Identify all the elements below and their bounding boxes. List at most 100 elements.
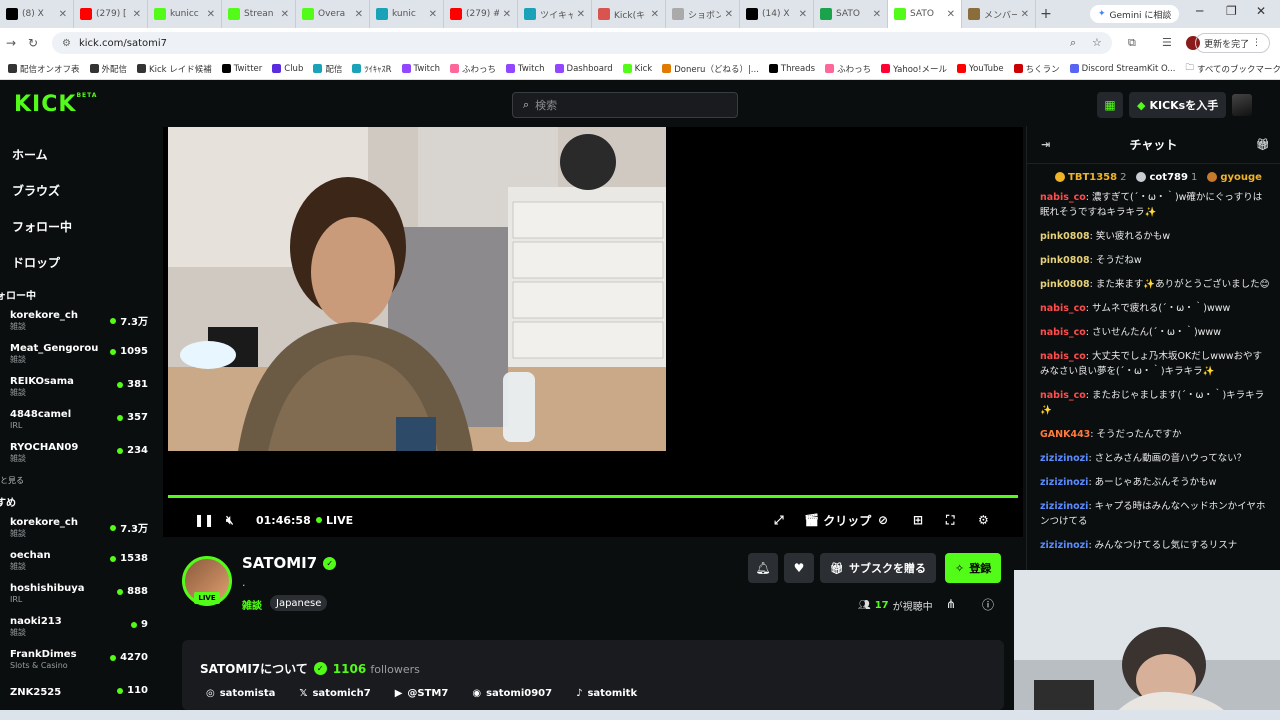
sidebar-channel[interactable]: ZNK2525 110 [0, 676, 160, 709]
chat-username[interactable]: nabis_co [1040, 351, 1086, 362]
tab-close-icon[interactable]: ✕ [1021, 9, 1029, 20]
tab-close-icon[interactable]: ✕ [133, 9, 141, 20]
social-link[interactable]: ◉ satomi0907 [472, 688, 552, 699]
language-tag[interactable]: Japanese [270, 595, 328, 611]
bookmark-item[interactable]: 配信オンオフ表 [8, 63, 80, 75]
sidebar-channel[interactable]: oechan 雑談 1538 [0, 544, 160, 577]
tab-search-icon[interactable]: ☰ [1162, 36, 1172, 49]
browser-tab[interactable]: SATO ✕ [814, 0, 888, 28]
kick-logo[interactable]: KICKBETA [14, 92, 97, 117]
browser-tab[interactable]: SATO ✕ [888, 0, 962, 28]
bookmark-item[interactable]: Kick [622, 64, 652, 74]
report-icon[interactable]: ⓘ [982, 596, 994, 613]
gifter-item[interactable]: cot789 1 [1136, 172, 1197, 183]
zoom-icon[interactable]: ⌕ [1070, 36, 1076, 50]
tab-close-icon[interactable]: ✕ [503, 9, 511, 20]
tab-close-icon[interactable]: ✕ [947, 9, 955, 20]
bookmark-item[interactable]: 外配信 [89, 63, 127, 75]
pip-icon[interactable]: ⊞ [913, 513, 923, 527]
bookmark-item[interactable]: ﾂｲｷｬｽR [352, 63, 392, 75]
browser-tab[interactable]: (8) X ✕ [0, 0, 74, 28]
chat-username[interactable]: pink0808 [1040, 255, 1090, 266]
bookmark-item[interactable]: Twitch [506, 64, 545, 74]
sidebar-channel[interactable]: REIKOsama 雑談 381 [0, 370, 160, 403]
sidebar-channel[interactable]: FrankDimes Slots & Casino 4270 [0, 643, 160, 676]
browser-tab[interactable]: kunic ✕ [370, 0, 444, 28]
tab-close-icon[interactable]: ✕ [725, 9, 733, 20]
chat-username[interactable]: GANK443 [1040, 429, 1090, 440]
chat-username[interactable]: nabis_co [1040, 192, 1086, 203]
chat-username[interactable]: pink0808 [1040, 279, 1090, 290]
chat-username[interactable]: zizizinozi [1040, 453, 1088, 464]
forward-icon[interactable]: → [0, 36, 22, 50]
video-player[interactable]: ❚❚ 🔇︎ 01:46:58 LIVE ⤢ 🎬︎ クリップ ⊘ ⊞ ⛶ ⚙ [163, 127, 1023, 537]
bookmark-item[interactable]: YouTube [957, 64, 1004, 74]
chat-username[interactable]: nabis_co [1040, 303, 1086, 314]
sidebar-channel[interactable]: Meat_Gengorou 雑談 1095 [0, 337, 160, 370]
favorite-heart-icon[interactable]: ♥ [784, 553, 814, 583]
chat-gift-icon[interactable]: 🎁︎ [1256, 138, 1270, 151]
gifter-item[interactable]: TBT1358 2 [1055, 172, 1126, 183]
mute-icon[interactable]: 🔇︎ [226, 513, 234, 528]
bookmark-item[interactable]: Threads [768, 64, 815, 74]
update-button[interactable]: 更新を完了 ⋮ [1195, 33, 1270, 53]
close-window-icon[interactable]: ✕ [1256, 4, 1266, 18]
hide-chat-icon[interactable]: ⊘ [878, 513, 888, 527]
sidebar-channel[interactable]: 4848camel IRL 357 [0, 403, 160, 436]
browser-tab[interactable]: (14) X ✕ [740, 0, 814, 28]
minimize-icon[interactable]: ─ [1196, 4, 1203, 18]
bookmark-item[interactable]: 配信 [313, 63, 342, 75]
bookmark-item[interactable]: ふわっち [450, 63, 496, 75]
chat-username[interactable]: zizizinozi [1040, 540, 1088, 551]
new-tab-icon[interactable]: + [1036, 6, 1056, 22]
chat-username[interactable]: nabis_co [1040, 327, 1086, 338]
chat-username[interactable]: zizizinozi [1040, 501, 1088, 512]
social-link[interactable]: ♪ satomitk [576, 688, 637, 699]
tab-close-icon[interactable]: ✕ [651, 9, 659, 20]
maximize-icon[interactable]: ❐ [1226, 4, 1237, 18]
sidebar-channel[interactable]: RYOCHAN09 雑談 234 [0, 436, 160, 469]
sidebar-item-following[interactable]: フォロー中 [0, 208, 160, 244]
bookmark-item[interactable]: Club [272, 64, 303, 74]
site-info-icon[interactable]: ⚙ [62, 38, 71, 49]
social-link[interactable]: ◎ satomista [206, 688, 275, 699]
sidebar-channel[interactable]: naoki213 雑談 9 [0, 610, 160, 643]
user-avatar[interactable] [1232, 94, 1252, 116]
sidebar-channel[interactable]: korekore_ch 雑談 7.3万 [0, 304, 160, 337]
bookmark-item[interactable]: ふわっち [825, 63, 871, 75]
bookmark-item[interactable]: Dashboard [554, 64, 613, 74]
bookmark-item[interactable]: Yahoo!メール [881, 63, 947, 75]
chat-username[interactable]: zizizinozi [1040, 477, 1088, 488]
search-input[interactable]: ⌕ 検索 [512, 92, 738, 118]
sidebar-item-browse[interactable]: ブラウズ [0, 172, 160, 208]
tab-close-icon[interactable]: ✕ [281, 9, 289, 20]
bookmark-item[interactable]: ちくラン [1013, 63, 1060, 75]
bookmark-item[interactable]: Twitter [221, 64, 262, 74]
browser-tab[interactable]: (279) # ✕ [444, 0, 518, 28]
category-link[interactable]: 雑談 [242, 597, 262, 612]
stream-video[interactable] [168, 127, 666, 451]
follow-button[interactable]: ✧ 登録 [945, 553, 1002, 583]
browser-tab[interactable]: Overa ✕ [296, 0, 370, 28]
tab-close-icon[interactable]: ✕ [429, 9, 437, 20]
tab-close-icon[interactable]: ✕ [355, 9, 363, 20]
channel-name[interactable]: SATOMI7 ✓ [242, 554, 337, 572]
show-more-link[interactable]: と見る [0, 469, 160, 491]
browser-tab[interactable]: ショボン ✕ [666, 0, 740, 28]
browser-tab[interactable]: (279) [✕ [74, 0, 148, 28]
social-link[interactable]: ▶ @STM7 [395, 688, 449, 699]
browser-tab[interactable]: ツイキャ ✕ [518, 0, 592, 28]
gifter-item[interactable]: gyouge [1207, 172, 1262, 183]
get-kicks-button[interactable]: ◆ KICKsを入手 [1129, 92, 1227, 118]
social-link[interactable]: 𝕏satomich7 [299, 688, 370, 699]
playback-progress-bar[interactable] [168, 495, 1018, 498]
bookmark-item[interactable]: Twitch [401, 64, 440, 74]
bookmark-item[interactable]: Kick レイド候補 [137, 63, 212, 75]
bookmark-star-icon[interactable]: ☆ [1092, 36, 1102, 49]
tab-close-icon[interactable]: ✕ [207, 9, 215, 20]
sidebar-channel[interactable]: hoshishibuya IRL 888 [0, 577, 160, 610]
chat-username[interactable]: pink0808 [1040, 231, 1090, 242]
chat-username[interactable]: nabis_co [1040, 390, 1086, 401]
notification-bell-icon[interactable]: 🔔︎ [748, 553, 778, 583]
sidebar-channel[interactable]: korekore_ch 雑談 7.3万 [0, 511, 160, 544]
